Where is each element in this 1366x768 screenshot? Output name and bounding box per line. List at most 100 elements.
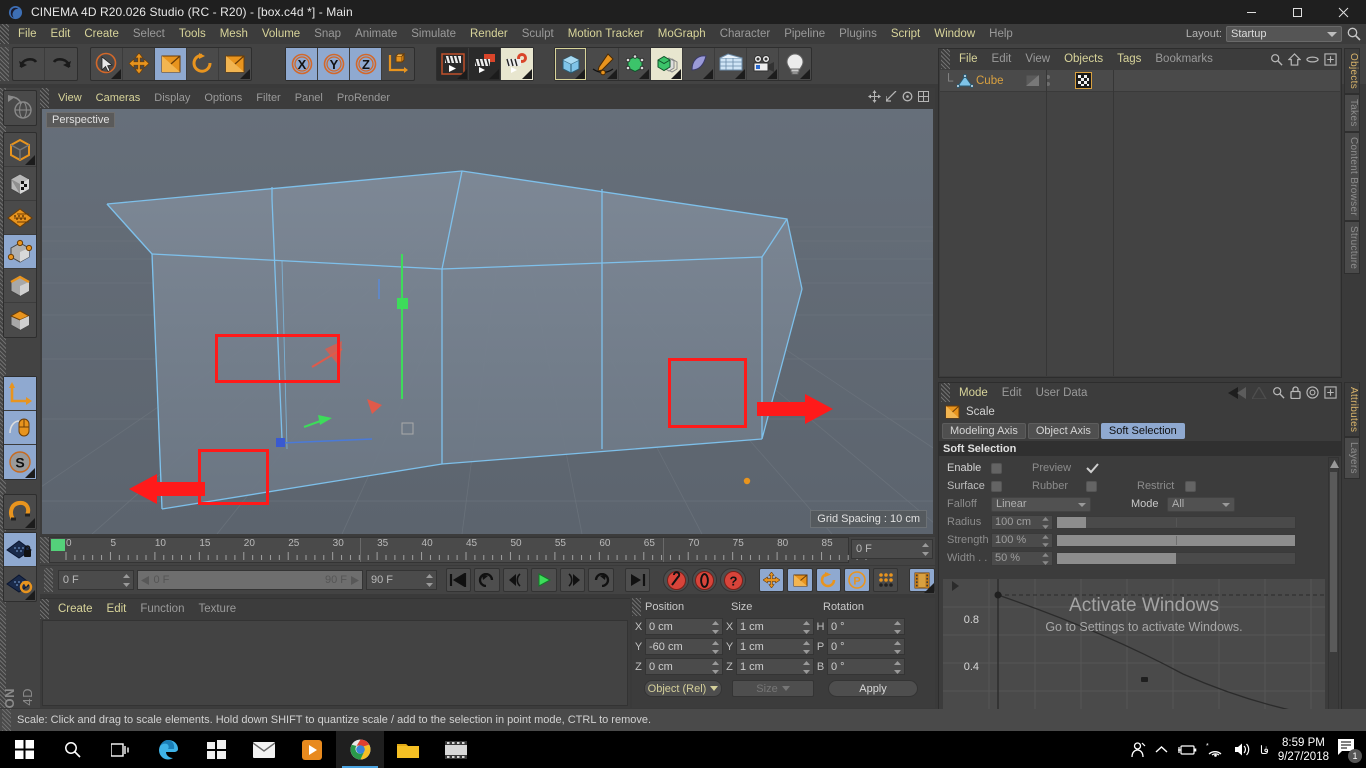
status-bar-grip[interactable] (2, 709, 11, 731)
viewport-menu-display[interactable]: Display (147, 88, 197, 108)
viewport-grip[interactable] (40, 88, 49, 108)
menu-render[interactable]: Render (463, 24, 515, 44)
texture-mode-icon[interactable] (4, 201, 36, 235)
menu-sculpt[interactable]: Sculpt (515, 24, 561, 44)
am-menu-user-data[interactable]: User Data (1029, 383, 1095, 403)
powerslider-range[interactable]: 0 F 90 F (137, 570, 363, 590)
vtab-content-browser[interactable]: Content Browser (1344, 131, 1360, 221)
scale-alt-icon[interactable] (219, 48, 251, 80)
expand-icon[interactable] (1324, 386, 1337, 399)
material-manager-body[interactable] (42, 620, 628, 706)
om-menu-view[interactable]: View (1018, 49, 1057, 69)
powerslider-current-frame[interactable]: 0 F (57, 570, 135, 590)
next-frame-icon[interactable] (559, 568, 586, 592)
scale-camera-icon[interactable] (886, 91, 897, 102)
z-axis-icon[interactable]: Z (350, 48, 382, 80)
volume-icon[interactable] (1233, 742, 1251, 757)
range-right-arrow-icon[interactable] (350, 575, 359, 585)
falloff-dropdown[interactable]: Linear (991, 496, 1091, 512)
edge-icon[interactable] (144, 731, 192, 768)
spinner-icon[interactable] (1042, 552, 1049, 565)
menu-tools[interactable]: Tools (172, 24, 213, 44)
param-key-icon[interactable] (872, 568, 899, 592)
expand-icon[interactable] (1324, 52, 1337, 66)
menu-animate[interactable]: Animate (348, 24, 404, 44)
clock-widget[interactable]: 8:59 PM 9/27/2018 (1278, 736, 1329, 764)
ellipse-icon[interactable] (1306, 53, 1319, 66)
menu-edit[interactable]: Edit (44, 24, 78, 44)
spinner-icon[interactable] (712, 641, 719, 654)
tab-modeling-axis[interactable]: Modeling Axis (942, 422, 1026, 439)
vtab-attributes[interactable]: Attributes (1344, 382, 1360, 438)
toolbar-grip[interactable] (0, 47, 9, 81)
menu-volume[interactable]: Volume (255, 24, 307, 44)
chevron-up-icon[interactable] (1155, 745, 1168, 754)
menu-help[interactable]: Help (982, 24, 1020, 44)
apply-button[interactable]: Apply (828, 680, 918, 697)
range-left-arrow-icon[interactable] (141, 575, 150, 585)
maximize-button[interactable] (1274, 0, 1320, 24)
viewport-menu-cameras[interactable]: Cameras (89, 88, 148, 108)
render-view-icon[interactable] (437, 48, 469, 80)
x-axis-icon[interactable]: X (286, 48, 318, 80)
menu-simulate[interactable]: Simulate (404, 24, 463, 44)
size-x-field[interactable]: 1 cm (736, 618, 814, 635)
radius-field[interactable]: 100 cm (991, 514, 1053, 530)
attributes-grip[interactable] (941, 383, 950, 402)
target-icon[interactable] (1306, 386, 1319, 399)
checkbox-restrict[interactable] (1185, 480, 1196, 492)
checkbox-enable[interactable] (991, 462, 1002, 474)
menu-mograph[interactable]: MoGraph (651, 24, 713, 44)
notification-center-icon[interactable]: 1 (1338, 738, 1362, 763)
pos-x-field[interactable]: 0 cm (645, 618, 723, 635)
magnifier-icon[interactable] (1272, 386, 1285, 399)
menu-file[interactable]: File (11, 24, 44, 44)
spinner-icon[interactable] (894, 621, 901, 634)
om-menu-edit[interactable]: Edit (985, 49, 1019, 69)
media-player-icon[interactable] (288, 731, 336, 768)
object-manager-body[interactable]: └ Cube (940, 70, 1340, 376)
cinema4d-taskbar-icon[interactable] (432, 731, 480, 768)
object-row-cube[interactable]: └ Cube (940, 70, 1340, 92)
undo-view-icon[interactable] (4, 91, 36, 125)
spinner-icon[interactable] (1042, 516, 1049, 529)
viewport-3d-canvas[interactable]: Y Z X Perspective Grid Spacing : 10 cm (42, 109, 933, 534)
generator-icon[interactable] (619, 48, 651, 80)
radius-slider[interactable] (1056, 515, 1296, 529)
menu-motion-tracker[interactable]: Motion Tracker (561, 24, 651, 44)
cube-primitive-icon[interactable] (555, 48, 587, 80)
go-to-end-icon[interactable] (624, 568, 651, 592)
menu-plugins[interactable]: Plugins (832, 24, 884, 44)
am-menu-mode[interactable]: Mode (952, 383, 995, 403)
spinner-icon[interactable] (123, 574, 131, 587)
layout-dropdown[interactable]: Startup (1226, 26, 1342, 42)
minimize-button[interactable] (1228, 0, 1274, 24)
om-menu-tags[interactable]: Tags (1110, 49, 1148, 69)
current-frame-marker[interactable] (51, 539, 65, 551)
rotation-key-icon[interactable] (815, 568, 842, 592)
checkbox-rubber[interactable] (1086, 480, 1097, 492)
menu-window[interactable]: Window (927, 24, 982, 44)
checkmark-icon[interactable] (1086, 462, 1099, 474)
previous-key-icon[interactable] (474, 568, 500, 592)
previous-frame-icon[interactable] (502, 568, 529, 592)
rotate-icon[interactable] (187, 48, 219, 80)
vtab-takes[interactable]: Takes (1344, 94, 1360, 132)
magnifier-icon[interactable] (1346, 26, 1362, 42)
vtab-layers[interactable]: Layers (1344, 437, 1360, 480)
scroll-up-icon[interactable] (1330, 460, 1339, 468)
mail-icon[interactable] (240, 731, 288, 768)
position-key-icon[interactable] (758, 568, 785, 592)
environment-icon[interactable] (715, 48, 747, 80)
start-windows-icon[interactable] (0, 731, 48, 768)
material-manager-grip[interactable] (40, 599, 49, 619)
spline-pen-icon[interactable] (587, 48, 619, 80)
visibility-dots-icon[interactable] (1025, 74, 1040, 87)
rot-b-field[interactable]: 0 ° (827, 658, 905, 675)
workplane-rotate-icon[interactable] (4, 567, 36, 601)
rot-p-field[interactable]: 0 ° (827, 638, 905, 655)
am-menu-edit[interactable]: Edit (995, 383, 1029, 403)
soft-selection-icon[interactable]: S (4, 445, 36, 479)
coord-system-dropdown[interactable]: Object (Rel) (644, 680, 722, 697)
autokey-icon[interactable] (691, 568, 718, 592)
